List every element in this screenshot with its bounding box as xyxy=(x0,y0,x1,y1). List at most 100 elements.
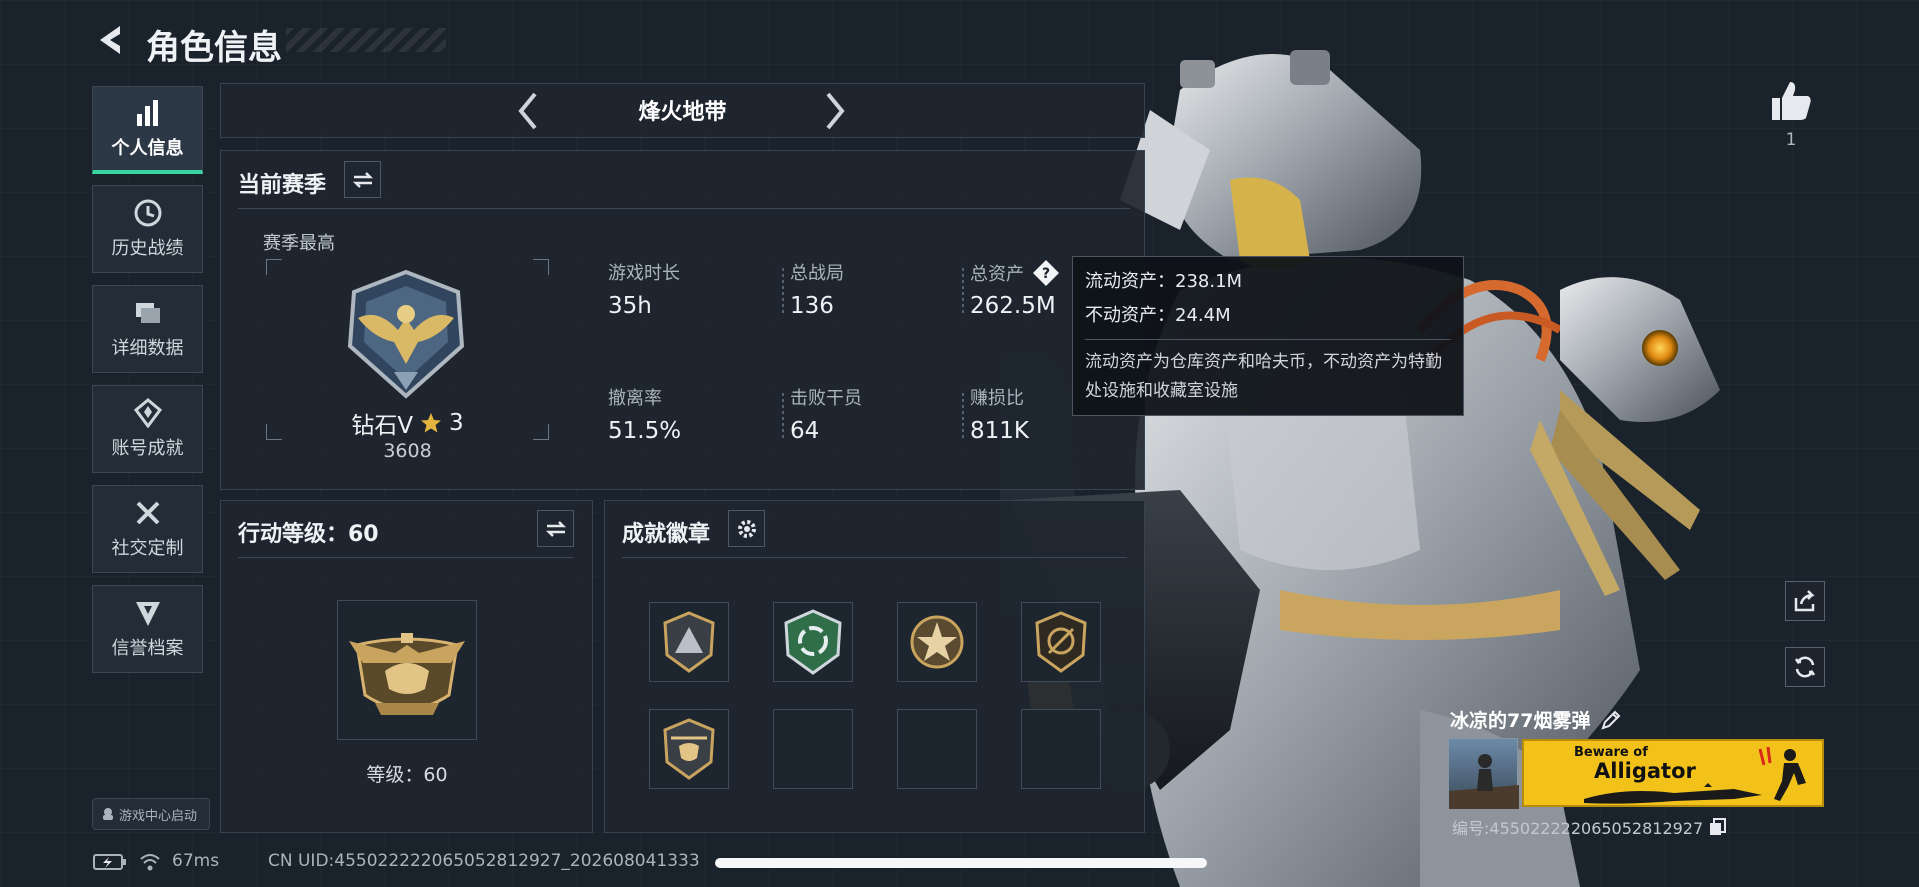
avatar-figure-icon xyxy=(1449,754,1519,809)
title-decoration xyxy=(286,28,446,52)
stat-value: 51.5% xyxy=(608,418,682,444)
sidebar-item-label: 详细数据 xyxy=(111,338,184,359)
player-avatar[interactable] xyxy=(1448,738,1519,809)
share-icon xyxy=(1794,590,1815,612)
tooltip-description: 流动资产为仓库资产和哈夫币，不动资产为特勤处设施和收藏室设施 xyxy=(1085,352,1442,401)
edit-pencil-icon[interactable] xyxy=(1600,709,1622,731)
assets-tooltip: 流动资产：238.1M 不动资产：24.4M 流动资产为仓库资产和哈夫币，不动资… xyxy=(1072,256,1464,416)
likes-count: 1 xyxy=(1785,130,1797,150)
season-switch-button[interactable] xyxy=(344,161,381,198)
stat-label: 赚损比 xyxy=(970,388,1024,409)
sidebar-item-achievements[interactable]: 账号成就 xyxy=(92,385,203,473)
running-figure-icon xyxy=(1758,746,1806,801)
clock-icon xyxy=(134,199,161,227)
game-center-icon xyxy=(103,808,113,820)
banner-line2: Alligator xyxy=(1594,759,1696,783)
stat-total-assets: 总资产 ? 262.5M xyxy=(970,259,1060,319)
badge-slot-5[interactable] xyxy=(649,709,729,789)
badges-title: 成就徽章 xyxy=(622,522,711,547)
next-mode-arrow-icon[interactable] xyxy=(820,90,848,132)
action-level-divider xyxy=(238,557,573,558)
season-best-label: 赛季最高 xyxy=(263,233,335,254)
stat-total-matches: 总战局 136 xyxy=(790,259,844,319)
thumbs-up-icon[interactable] xyxy=(1768,78,1814,124)
badge-slot-4[interactable] xyxy=(1021,602,1101,682)
wifi-icon xyxy=(140,854,160,871)
game-center-button[interactable]: 游戏中心启动 xyxy=(92,798,210,830)
rank-stars: 3 xyxy=(449,410,464,436)
badge-slot-6-empty[interactable] xyxy=(773,709,853,789)
mode-title: 烽火地带 xyxy=(638,100,727,125)
sidebar-item-label: 社交定制 xyxy=(111,538,184,559)
season-divider xyxy=(238,208,1130,209)
battery-icon xyxy=(93,854,126,870)
sidebar-item-reputation[interactable]: 信誉档案 xyxy=(92,585,203,673)
refresh-button[interactable] xyxy=(1785,647,1825,687)
share-button[interactable] xyxy=(1785,581,1825,621)
badge-slot-2[interactable] xyxy=(773,602,853,682)
rank-name: 钻石V xyxy=(351,413,414,439)
stat-profit-loss: 赚损比 811K xyxy=(970,384,1029,444)
badges-settings-button[interactable] xyxy=(728,510,765,547)
triangle-badge-icon xyxy=(663,611,715,673)
stat-play-time: 游戏时长 35h xyxy=(608,259,680,319)
season-title: 当前赛季 xyxy=(238,173,327,198)
refresh-icon xyxy=(1794,656,1816,678)
stat-label: 击败干员 xyxy=(790,388,862,409)
ping-text: 67ms xyxy=(172,851,220,871)
player-name: 冰凉的77烟雾弹 xyxy=(1450,710,1591,732)
badge-slot-7-empty[interactable] xyxy=(897,709,977,789)
page-title: 角色信息 xyxy=(146,28,282,68)
stat-value: 811K xyxy=(970,418,1029,444)
gear-icon xyxy=(737,519,756,538)
stat-label: 游戏时长 xyxy=(608,263,680,284)
helicopter-badge-icon xyxy=(663,718,715,780)
banner-line1: Beware of xyxy=(1574,745,1648,760)
badge-slot-8-empty[interactable] xyxy=(1021,709,1101,789)
player-uid: 编号:455022222065052812927 xyxy=(1452,819,1704,838)
stat-divider xyxy=(782,393,784,439)
green-cycle-badge-icon xyxy=(784,609,842,675)
stat-divider xyxy=(962,393,964,439)
diamond-rank-emblem-icon xyxy=(347,269,465,399)
sidebar-item-label: 账号成就 xyxy=(111,438,184,459)
tooltip-divider xyxy=(1085,339,1451,340)
previous-mode-arrow-icon[interactable] xyxy=(515,90,543,132)
footer-uid: CN UID:455022222065052812927_20260804133… xyxy=(268,851,700,871)
stat-value: 64 xyxy=(790,418,820,444)
tools-icon xyxy=(136,501,159,525)
stat-divider xyxy=(962,268,964,314)
rank-score: 3608 xyxy=(383,440,432,462)
sidebar-item-details[interactable]: 详细数据 xyxy=(92,285,203,373)
achievement-icon xyxy=(133,398,162,428)
shield-badge-icon xyxy=(135,602,160,626)
stat-label: 总战局 xyxy=(790,263,844,284)
help-icon[interactable]: ? xyxy=(1032,259,1060,287)
alligator-graphic-icon xyxy=(1584,783,1762,804)
action-level-title: 行动等级：60 xyxy=(238,522,379,547)
badge-slot-1[interactable] xyxy=(649,602,729,682)
stat-label: 撤离率 xyxy=(608,388,662,409)
sidebar-item-social[interactable]: 社交定制 xyxy=(92,485,203,573)
player-uid-row: 编号:455022222065052812927 xyxy=(1452,815,1727,839)
tooltip-fixed-assets: 不动资产：24.4M xyxy=(1085,305,1231,326)
swap-icon xyxy=(352,171,373,188)
svg-text:?: ? xyxy=(1042,266,1050,282)
sidebar-item-personal-info[interactable]: 个人信息 xyxy=(92,86,203,174)
action-level-switch-button[interactable] xyxy=(537,510,574,547)
stat-value: 262.5M xyxy=(970,293,1056,319)
player-banner[interactable]: Beware of Alligator xyxy=(1522,739,1824,807)
badge-slot-3[interactable] xyxy=(897,602,977,682)
home-indicator[interactable] xyxy=(715,858,1207,868)
stat-divider xyxy=(782,268,784,314)
back-arrow-icon[interactable] xyxy=(94,22,126,58)
copy-icon[interactable] xyxy=(1709,818,1727,836)
stack-icon xyxy=(135,303,160,323)
helicopter-level-emblem-icon xyxy=(349,633,465,715)
crossed-shield-badge-icon xyxy=(1035,611,1087,673)
stat-label: 总资产 xyxy=(970,264,1024,285)
stat-extract-rate: 撤离率 51.5% xyxy=(608,384,681,444)
sidebar-item-history[interactable]: 历史战绩 xyxy=(92,185,203,273)
stat-value: 35h xyxy=(608,293,652,319)
player-name-row: 冰凉的77烟雾弹 xyxy=(1450,706,1622,733)
